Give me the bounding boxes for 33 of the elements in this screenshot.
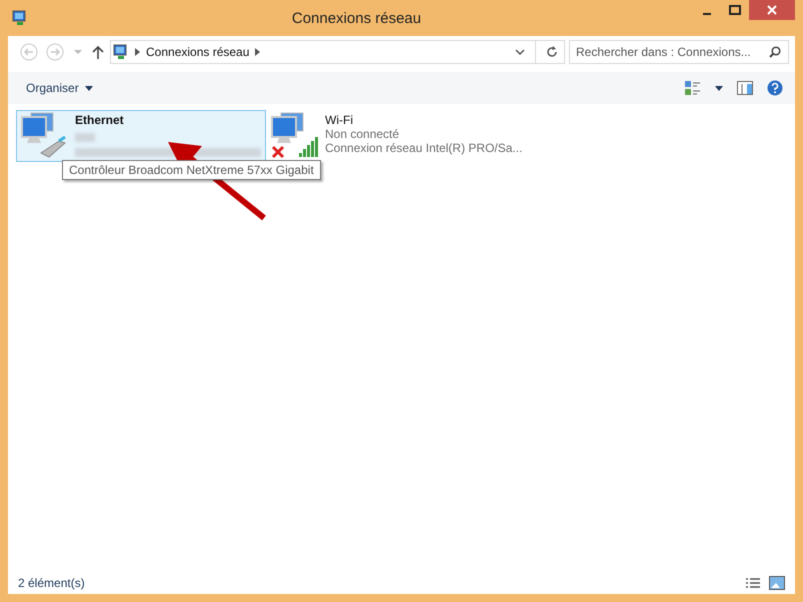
- organize-menu-button[interactable]: Organiser: [20, 79, 99, 97]
- item-count: 2 élément(s): [18, 576, 85, 590]
- breadcrumb[interactable]: Connexions réseau: [146, 45, 250, 59]
- network-connection-item[interactable]: Wi-Fi Non connecté Connexion réseau Intel(R) PRO/Sa...: [266, 110, 526, 162]
- network-icon: [113, 44, 129, 60]
- close-button[interactable]: [749, 0, 795, 20]
- address-bar[interactable]: Connexions réseau: [110, 40, 565, 64]
- search-icon: [769, 46, 781, 58]
- chevron-icon: [255, 48, 260, 56]
- refresh-icon[interactable]: [546, 46, 558, 58]
- maximize-icon: [729, 5, 741, 15]
- network-connection-item[interactable]: Ethernet: [16, 110, 266, 162]
- connection-status: Non connecté: [325, 127, 400, 141]
- network-icon: [12, 10, 28, 26]
- tooltip: Contrôleur Broadcom NetXtreme 57xx Gigabit: [62, 160, 321, 180]
- connection-name: Ethernet: [75, 113, 125, 127]
- up-button[interactable]: [90, 43, 106, 61]
- search-field[interactable]: Rechercher dans : Connexions...: [569, 40, 789, 64]
- connection-name: Wi-Fi: [325, 113, 354, 127]
- dropdown-arrow-icon[interactable]: [715, 86, 723, 90]
- view-options-icon[interactable]: [685, 80, 701, 96]
- preview-pane-icon[interactable]: [737, 81, 753, 95]
- blurred-text: [75, 133, 95, 142]
- chevron-icon: [135, 48, 140, 56]
- caret-icon: [74, 50, 82, 54]
- close-icon: [767, 5, 777, 15]
- minimize-icon: [703, 13, 711, 15]
- help-icon[interactable]: [767, 80, 783, 96]
- window-title: Connexions réseau: [290, 10, 422, 26]
- details-view-icon[interactable]: [745, 577, 761, 589]
- adapter-name: Connexion réseau Intel(R) PRO/Sa...: [325, 141, 522, 155]
- large-icons-view-icon[interactable]: [769, 576, 785, 590]
- caret-icon: [84, 86, 93, 90]
